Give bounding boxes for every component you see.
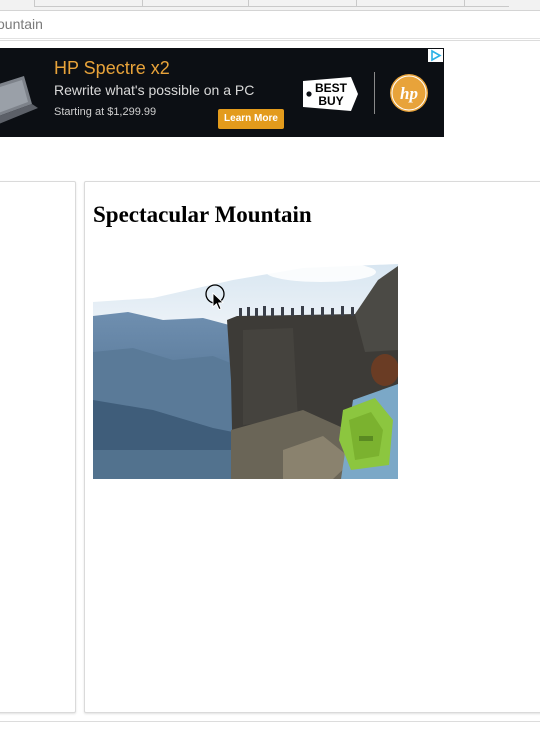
ad-banner[interactable]: HP Spectre x2 Rewrite what's possible on…	[0, 48, 444, 137]
ad-divider	[374, 72, 375, 114]
tab-edge[interactable]	[248, 0, 357, 7]
ad-choices-icon[interactable]	[428, 49, 443, 62]
best-buy-logo: BEST BUY	[303, 77, 358, 111]
divider	[0, 40, 540, 41]
content-panel: Spectacular Mountain	[84, 181, 540, 713]
mountain-photo[interactable]	[93, 260, 398, 479]
svg-text:hp: hp	[400, 84, 418, 103]
svg-text:BUY: BUY	[318, 94, 343, 108]
tab-edge[interactable]	[34, 0, 143, 7]
ad-price: Starting at $1,299.99	[54, 106, 157, 118]
sidebar-panel	[0, 181, 76, 713]
ad-title: HP Spectre x2	[54, 58, 170, 78]
laptop-image	[0, 76, 38, 124]
breadcrumb[interactable]: ountain	[0, 16, 43, 32]
svg-text:BEST: BEST	[315, 81, 348, 95]
ad-tagline: Rewrite what's possible on a PC	[54, 82, 255, 98]
tab-edge[interactable]	[142, 0, 249, 7]
breadcrumb-bar: ountain	[0, 11, 540, 41]
page-title: Spectacular Mountain	[93, 202, 312, 227]
tab-edge[interactable]	[356, 0, 465, 7]
tab-strip	[0, 0, 540, 11]
tab-edge[interactable]	[464, 0, 509, 7]
divider	[0, 721, 540, 722]
learn-more-button[interactable]: Learn More	[218, 109, 284, 129]
hp-logo: hp	[390, 74, 428, 112]
